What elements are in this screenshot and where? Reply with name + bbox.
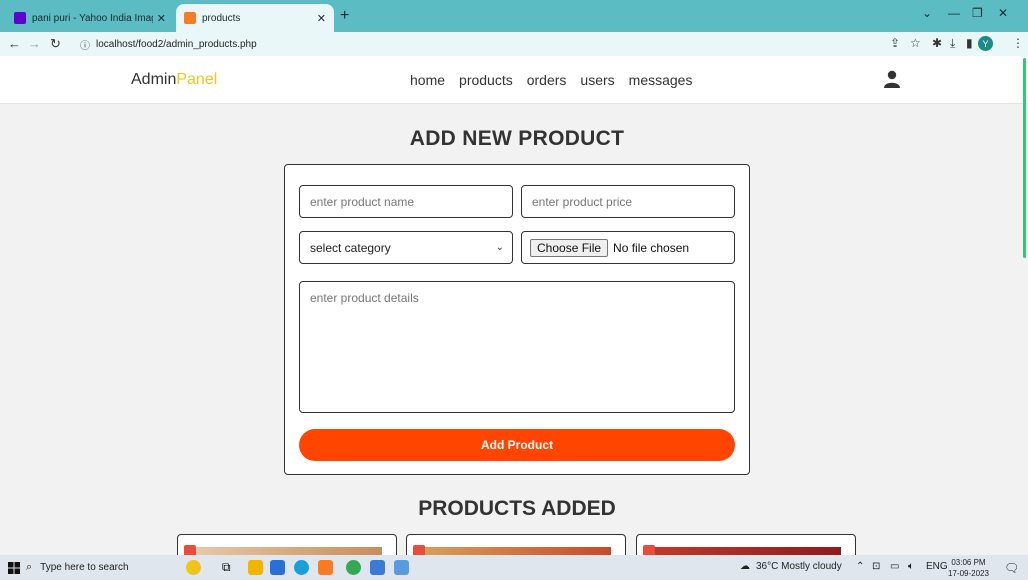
notification-icon[interactable]: 🗨︎: [1004, 561, 1019, 575]
logo[interactable]: AdminPanel: [131, 71, 217, 89]
add-product-form: enter product name enter product price s…: [284, 164, 750, 475]
restore-icon[interactable]: ❐: [972, 6, 983, 20]
tab-products[interactable]: products ✕: [176, 4, 334, 32]
battery-icon[interactable]: ▭: [890, 561, 899, 572]
extensions-icon[interactable]: ✱: [932, 36, 942, 50]
mail-icon[interactable]: [270, 560, 285, 575]
photos-icon[interactable]: [370, 560, 385, 575]
back-icon[interactable]: ←: [8, 36, 21, 51]
minimize-icon[interactable]: —: [948, 6, 960, 20]
product-details-textarea[interactable]: enter product details: [299, 281, 735, 413]
url-text: localhost/food2/admin_products.php: [96, 38, 257, 50]
nav-orders[interactable]: orders: [527, 72, 567, 88]
widgets-icon[interactable]: [186, 560, 201, 575]
close-icon[interactable]: ✕: [317, 12, 326, 25]
logo-main: Admin: [131, 71, 177, 88]
product-price-input[interactable]: enter product price: [521, 185, 735, 218]
xampp-favicon-icon: [184, 12, 196, 24]
taskbar: ⌕ Type here to search ⧉ ☁ 36°C Mostly cl…: [0, 555, 1028, 580]
taskbar-search[interactable]: ⌕ Type here to search: [26, 557, 178, 578]
category-selected: select category: [310, 240, 391, 255]
logo-accent: Panel: [176, 71, 218, 88]
site-header: AdminPanel home products orders users me…: [0, 56, 1028, 104]
nav-messages[interactable]: messages: [629, 72, 693, 88]
yahoo-favicon-icon: [14, 12, 26, 24]
browser-tab-bar: pani puri - Yahoo India Image Se ✕ produ…: [0, 0, 1028, 32]
tray-chevron-icon[interactable]: ⌃: [856, 561, 864, 572]
volume-icon[interactable]: 🔈︎: [908, 561, 914, 572]
info-icon[interactable]: ⓘ: [80, 37, 90, 52]
choose-file-button[interactable]: Choose File: [530, 238, 609, 257]
file-explorer-icon[interactable]: [248, 560, 263, 575]
search-icon: ⌕: [26, 561, 33, 573]
reload-icon[interactable]: ↻: [50, 36, 61, 52]
category-select[interactable]: select category ⌄: [299, 231, 513, 264]
form-title: ADD NEW PRODUCT: [409, 127, 625, 150]
tab-yahoo[interactable]: pani puri - Yahoo India Image Se ✕: [6, 4, 174, 32]
user-icon[interactable]: [884, 70, 900, 88]
nav-users[interactable]: users: [580, 72, 614, 88]
chevron-down-icon: ⌄: [495, 242, 504, 253]
weather-icon[interactable]: ☁: [740, 561, 750, 572]
editor-icon[interactable]: [394, 560, 409, 575]
star-icon[interactable]: ☆: [910, 36, 921, 50]
forward-icon[interactable]: →: [28, 36, 41, 51]
task-view-icon[interactable]: ⧉: [222, 560, 237, 575]
nav-products[interactable]: products: [459, 72, 513, 88]
close-icon[interactable]: ✕: [157, 12, 166, 25]
clock-time: 03:06 PM: [951, 558, 986, 567]
add-product-button[interactable]: Add Product: [299, 429, 735, 461]
weather-status[interactable]: 36°C Mostly cloudy: [756, 561, 842, 572]
search-placeholder: Type here to search: [40, 562, 129, 573]
product-name-input[interactable]: enter product name: [299, 185, 513, 218]
download-icon[interactable]: ⤓: [950, 36, 955, 51]
chevron-down-icon[interactable]: ⌄: [922, 6, 932, 20]
tab-label: pani puri - Yahoo India Image Se: [32, 12, 153, 24]
tab-label: products: [202, 12, 241, 24]
new-tab-button[interactable]: +: [340, 7, 349, 25]
sidepanel-icon[interactable]: ▮: [966, 36, 973, 50]
main-nav: home products orders users messages: [410, 72, 692, 88]
network-icon[interactable]: ⊡: [872, 561, 880, 572]
windows-start-icon[interactable]: [8, 562, 20, 574]
file-status: No file chosen: [613, 240, 690, 255]
window-close-icon[interactable]: ✕: [998, 6, 1008, 20]
scrollbar[interactable]: [1023, 58, 1026, 258]
clock-date: 17-09-2023: [948, 569, 989, 578]
chrome-icon[interactable]: [346, 560, 361, 575]
address-bar: ← → ↻ ⓘ localhost/food2/admin_products.p…: [0, 32, 1028, 56]
menu-icon[interactable]: ⋮: [1012, 36, 1024, 50]
xampp-icon[interactable]: [318, 560, 333, 575]
language-indicator[interactable]: ENG: [926, 561, 948, 572]
nav-home[interactable]: home: [410, 72, 445, 88]
image-file-input[interactable]: Choose File No file chosen: [521, 231, 735, 264]
edge-icon[interactable]: [294, 560, 309, 575]
clock[interactable]: 03:06 PM 17-09-2023: [948, 557, 989, 579]
url-field[interactable]: ⓘ localhost/food2/admin_products.php: [80, 34, 860, 54]
profile-avatar[interactable]: Y: [978, 36, 993, 51]
products-title: PRODUCTS ADDED: [418, 497, 616, 520]
share-icon[interactable]: ⇪: [890, 36, 900, 50]
